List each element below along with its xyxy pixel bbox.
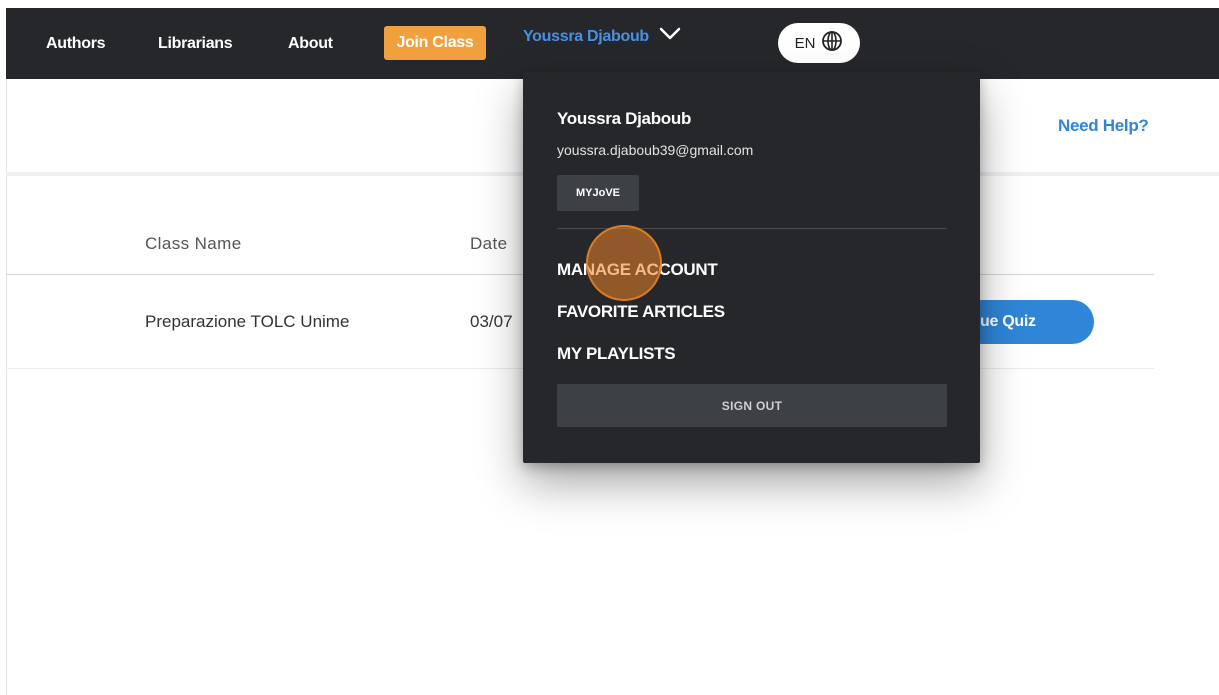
my-playlists-item[interactable]: MY PLAYLISTS bbox=[557, 344, 676, 364]
sign-out-button[interactable]: SIGN OUT bbox=[557, 384, 947, 427]
user-menu-name: Youssra Djaboub bbox=[523, 27, 649, 45]
dropdown-user-email: youssra.djaboub39@gmail.com bbox=[557, 142, 754, 158]
user-dropdown-menu: Youssra Djaboub youssra.djaboub39@gmail.… bbox=[523, 72, 980, 463]
column-header-date: Date bbox=[470, 234, 508, 253]
quiz-button[interactable]: ue Quiz bbox=[960, 300, 1094, 344]
user-menu-toggle[interactable]: Youssra Djaboub bbox=[523, 27, 681, 46]
date-cell: 03/07 bbox=[470, 312, 513, 331]
language-selector[interactable]: EN bbox=[778, 23, 860, 63]
nav-link-about[interactable]: About bbox=[288, 35, 333, 53]
manage-account-item[interactable]: MANAGE ACCOUNT bbox=[557, 260, 718, 280]
column-header-class-name: Class Name bbox=[145, 234, 242, 253]
dropdown-user-name: Youssra Djaboub bbox=[557, 109, 692, 128]
join-class-button[interactable]: Join Class bbox=[384, 26, 486, 60]
nav-link-authors[interactable]: Authors bbox=[46, 35, 106, 53]
class-name-cell[interactable]: Preparazione TOLC Unime bbox=[145, 312, 349, 332]
myjove-badge[interactable]: MYJoVE bbox=[557, 175, 639, 211]
nav-link-librarians[interactable]: Librarians bbox=[158, 35, 233, 53]
globe-icon bbox=[821, 30, 843, 56]
need-help-link[interactable]: Need Help? bbox=[1058, 116, 1149, 136]
dropdown-divider bbox=[557, 228, 947, 229]
chevron-down-icon bbox=[659, 27, 681, 46]
favorite-articles-item[interactable]: FAVORITE ARTICLES bbox=[557, 302, 725, 322]
language-label: EN bbox=[794, 34, 816, 52]
